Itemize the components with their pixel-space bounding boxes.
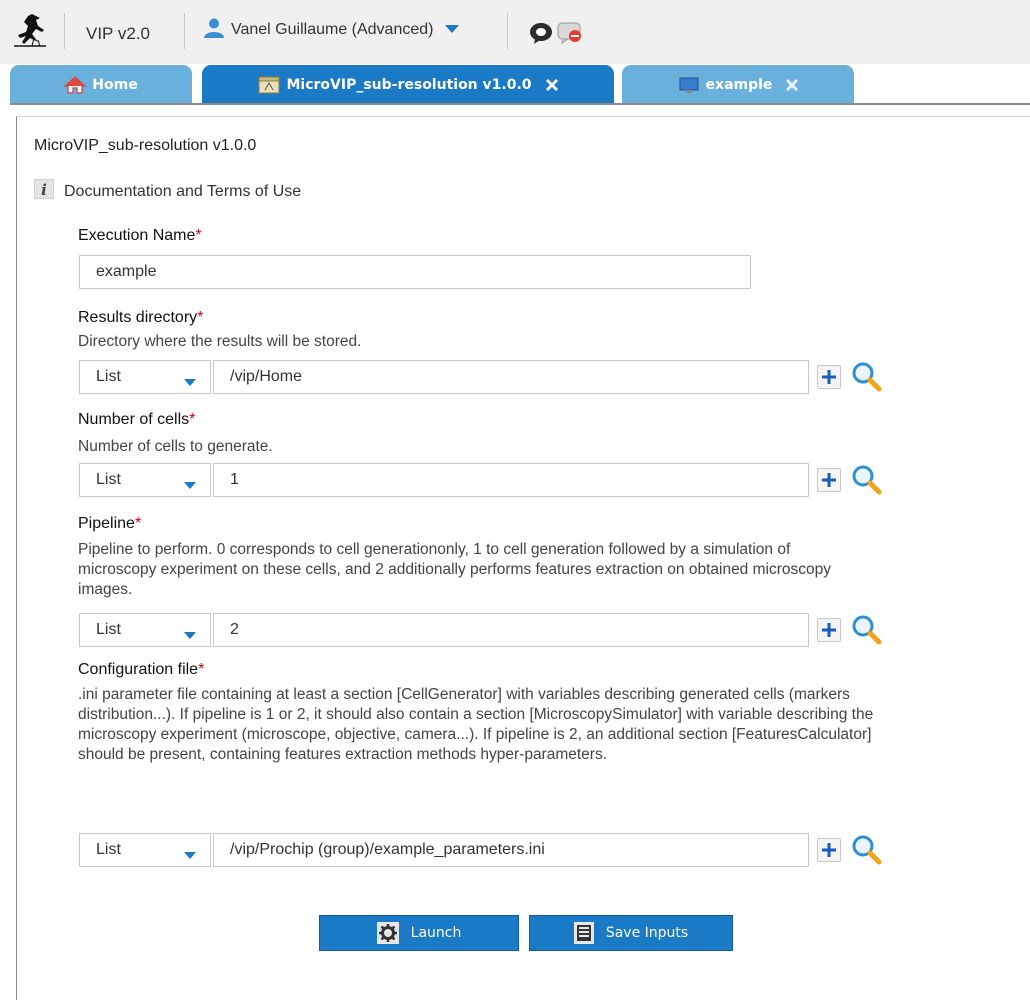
tab-label: example	[705, 76, 773, 93]
chevron-down-icon	[184, 627, 196, 645]
browse-button[interactable]	[851, 361, 883, 393]
save-inputs-button[interactable]: Save Inputs	[529, 915, 733, 951]
top-bar: VIP v2.0 Vanel Guillaume (Advanced)	[0, 0, 1030, 64]
label-text: Results directory	[78, 309, 198, 326]
launch-button[interactable]: Launch	[319, 915, 519, 951]
required-marker: *	[134, 515, 142, 532]
configuration-file-label: Configuration file*	[78, 661, 204, 679]
close-icon[interactable]	[545, 78, 558, 91]
results-directory-mode-select[interactable]: List	[79, 360, 211, 394]
add-value-button[interactable]	[817, 468, 841, 492]
chat-controls	[529, 21, 583, 50]
close-icon[interactable]	[786, 78, 799, 91]
page-title: MicroVIP_sub-resolution v1.0.0	[34, 137, 257, 154]
results-directory-label: Results directory*	[78, 309, 203, 327]
required-marker: *	[195, 227, 202, 244]
browse-button[interactable]	[851, 464, 883, 496]
tab-bar: Home MicroVIP_sub-resolution v1.0.0 exam…	[0, 64, 1030, 105]
application-icon	[258, 76, 280, 94]
label-text: Configuration file	[78, 661, 199, 678]
number-of-cells-mode-select[interactable]: List	[79, 463, 211, 497]
input-value: example	[96, 263, 157, 280]
plus-icon	[822, 623, 836, 637]
tab-label: Home	[92, 76, 138, 93]
home-icon	[64, 75, 87, 94]
required-marker: *	[189, 411, 196, 428]
execution-name-label: Execution Name*	[78, 227, 202, 245]
divider	[507, 13, 508, 49]
launch-form: MicroVIP_sub-resolution v1.0.0 i Documen…	[16, 116, 1030, 1000]
chevron-down-icon	[184, 374, 196, 392]
save-label: Save Inputs	[605, 925, 689, 941]
results-directory-input[interactable]: /vip/Home	[213, 360, 809, 394]
required-marker: *	[198, 661, 205, 678]
chevron-down-icon	[445, 21, 460, 39]
select-value: List	[96, 368, 121, 385]
input-value: /vip/Prochip (group)/example_parameters.…	[230, 841, 545, 858]
tab-baseline	[10, 103, 1030, 105]
number-of-cells-label: Number of cells*	[78, 411, 195, 429]
configuration-file-description: .ini parameter file containing at least …	[78, 686, 874, 763]
add-value-button[interactable]	[817, 618, 841, 642]
select-value: List	[96, 471, 121, 488]
plus-icon	[822, 843, 836, 857]
input-value: 2	[230, 621, 239, 638]
svg-text:i: i	[41, 181, 47, 199]
pipeline-label: Pipeline*	[78, 515, 141, 533]
vip-logo-icon[interactable]	[10, 12, 50, 48]
label-text: Execution Name	[78, 227, 196, 244]
required-marker: *	[197, 309, 204, 326]
plus-icon	[822, 473, 836, 487]
execution-name-input[interactable]: example	[79, 255, 751, 289]
browse-button[interactable]	[851, 834, 883, 866]
add-value-button[interactable]	[817, 838, 841, 862]
select-value: List	[96, 841, 121, 858]
chevron-down-icon	[184, 477, 196, 495]
magnifier-icon	[852, 465, 882, 495]
input-value: 1	[230, 471, 239, 488]
pipeline-input[interactable]: 2	[213, 613, 809, 647]
gear-icon	[376, 922, 399, 944]
pipeline-mode-select[interactable]: List	[79, 613, 211, 647]
tab-example[interactable]: example	[622, 65, 854, 104]
select-value: List	[96, 621, 121, 638]
chevron-down-icon	[184, 847, 196, 865]
magnifier-icon	[852, 362, 882, 392]
tab-label: MicroVIP_sub-resolution v1.0.0	[286, 76, 532, 93]
user-icon	[203, 17, 225, 44]
configuration-file-input[interactable]: /vip/Prochip (group)/example_parameters.…	[213, 833, 809, 867]
doc-link-label: Documentation and Terms of Use	[64, 182, 302, 200]
magnifier-icon	[852, 835, 882, 865]
documentation-link[interactable]: i Documentation and Terms of Use	[33, 178, 302, 204]
number-of-cells-input[interactable]: 1	[213, 463, 809, 497]
label-text: Number of cells	[78, 411, 190, 428]
user-name: Vanel Guillaume (Advanced)	[231, 21, 434, 38]
configuration-file-mode-select[interactable]: List	[79, 833, 211, 867]
magnifier-icon	[852, 615, 882, 645]
browse-button[interactable]	[851, 614, 883, 646]
results-directory-description: Directory where the results will be stor…	[78, 333, 362, 350]
chat-bubble-icon[interactable]	[529, 22, 553, 49]
pipeline-description: Pipeline to perform. 0 corresponds to ce…	[78, 541, 831, 598]
tab-home[interactable]: Home	[10, 65, 192, 104]
user-menu[interactable]: Vanel Guillaume (Advanced)	[203, 16, 460, 44]
app-version: VIP v2.0	[86, 24, 150, 43]
divider	[64, 13, 65, 49]
label-text: Pipeline	[78, 515, 135, 532]
input-value: /vip/Home	[230, 368, 303, 385]
monitor-icon	[678, 76, 700, 94]
add-value-button[interactable]	[817, 365, 841, 389]
launch-label: Launch	[410, 925, 462, 941]
tab-microvip[interactable]: MicroVIP_sub-resolution v1.0.0	[202, 65, 614, 104]
plus-icon	[822, 370, 836, 384]
divider	[184, 13, 185, 49]
chat-disabled-icon[interactable]	[557, 21, 583, 50]
info-icon: i	[33, 178, 55, 204]
save-icon	[573, 922, 594, 944]
number-of-cells-description: Number of cells to generate.	[78, 438, 273, 455]
